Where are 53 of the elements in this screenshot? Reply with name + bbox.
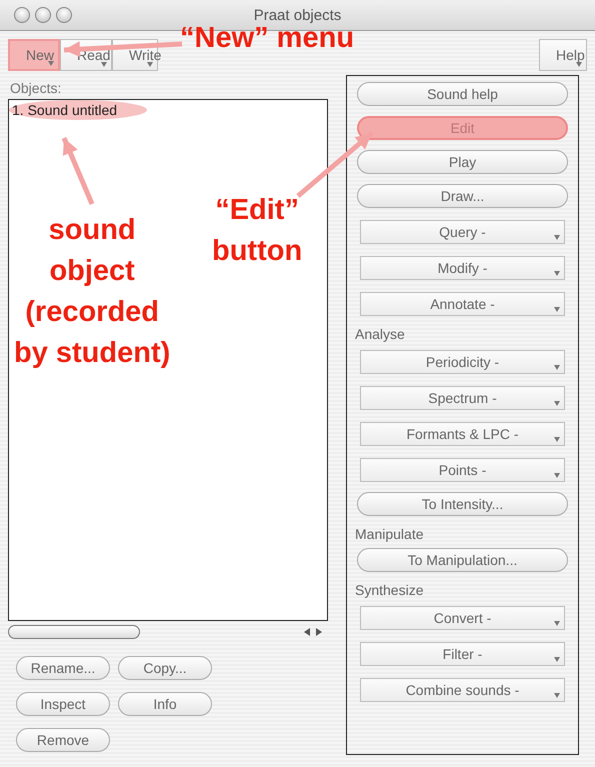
menu-button[interactable]: Annotate -	[360, 292, 565, 316]
annotation-text: button	[212, 234, 302, 269]
list-item[interactable]: 1. Sound untitled	[9, 100, 148, 120]
action-button[interactable]: Sound help	[357, 82, 568, 106]
action-button[interactable]: To Intensity...	[357, 492, 568, 516]
dropdown-arrow-icon	[147, 62, 153, 67]
menu-button[interactable]: Convert -	[360, 606, 565, 630]
section-heading: Analyse	[355, 325, 406, 344]
dropdown-arrow-icon	[554, 271, 560, 276]
menu-button[interactable]: Combine sounds -	[360, 678, 565, 702]
dropdown-arrow-icon	[554, 401, 560, 406]
menu-button[interactable]: Filter -	[360, 642, 565, 666]
menu-button[interactable]: Formants & LPC -	[360, 422, 565, 446]
action-button[interactable]: To Manipulation...	[357, 548, 568, 572]
dropdown-arrow-icon	[554, 693, 560, 698]
annotation-text: (recorded	[24, 295, 160, 330]
dropdown-arrow-icon	[101, 62, 107, 67]
annotation-text: “Edit”	[214, 193, 300, 228]
annotation-text: by student)	[14, 336, 170, 371]
action-button[interactable]: Rename...	[16, 656, 110, 680]
dropdown-arrow-icon	[554, 657, 560, 662]
dropdown-arrow-icon	[554, 437, 560, 442]
action-button[interactable]: Draw...	[357, 184, 568, 208]
action-button[interactable]: Remove	[16, 728, 110, 752]
dropdown-arrow-icon	[554, 621, 560, 626]
action-button[interactable]: Play	[357, 150, 568, 174]
arrow	[62, 137, 94, 205]
section-heading: Synthesize	[355, 581, 424, 600]
dropdown-arrow-icon	[576, 62, 582, 67]
action-button[interactable]: Copy...	[118, 656, 212, 680]
dropdown-arrow-icon	[554, 307, 560, 312]
help-menu-button[interactable]: Help	[539, 39, 587, 71]
annotation-text: object	[48, 254, 136, 289]
dropdown-arrow-icon	[554, 473, 560, 478]
dropdown-arrow-icon	[554, 235, 560, 240]
menu-button[interactable]: Spectrum -	[360, 386, 565, 410]
dropdown-arrow-icon	[554, 365, 560, 370]
window-control-icon[interactable]	[35, 7, 51, 23]
window-title: Praat objects	[254, 6, 342, 24]
menu-button[interactable]: New	[8, 39, 60, 71]
annotation-text: sound	[48, 213, 137, 248]
menu-button[interactable]: Query -	[360, 220, 565, 244]
section-heading: Manipulate	[355, 525, 424, 544]
action-button[interactable]: Info	[118, 692, 212, 716]
dropdown-arrow-icon	[48, 61, 54, 66]
objects-label: Objects:	[9, 79, 62, 98]
window-control-icon[interactable]	[14, 7, 30, 23]
action-button[interactable]: Inspect	[16, 692, 110, 716]
menu-button[interactable]: Periodicity -	[360, 350, 565, 374]
annotation-text: “New” menu	[180, 22, 354, 56]
menu-button[interactable]: Modify -	[360, 256, 565, 280]
menu-button[interactable]: Points -	[360, 458, 565, 482]
window-control-icon[interactable]	[56, 7, 72, 23]
